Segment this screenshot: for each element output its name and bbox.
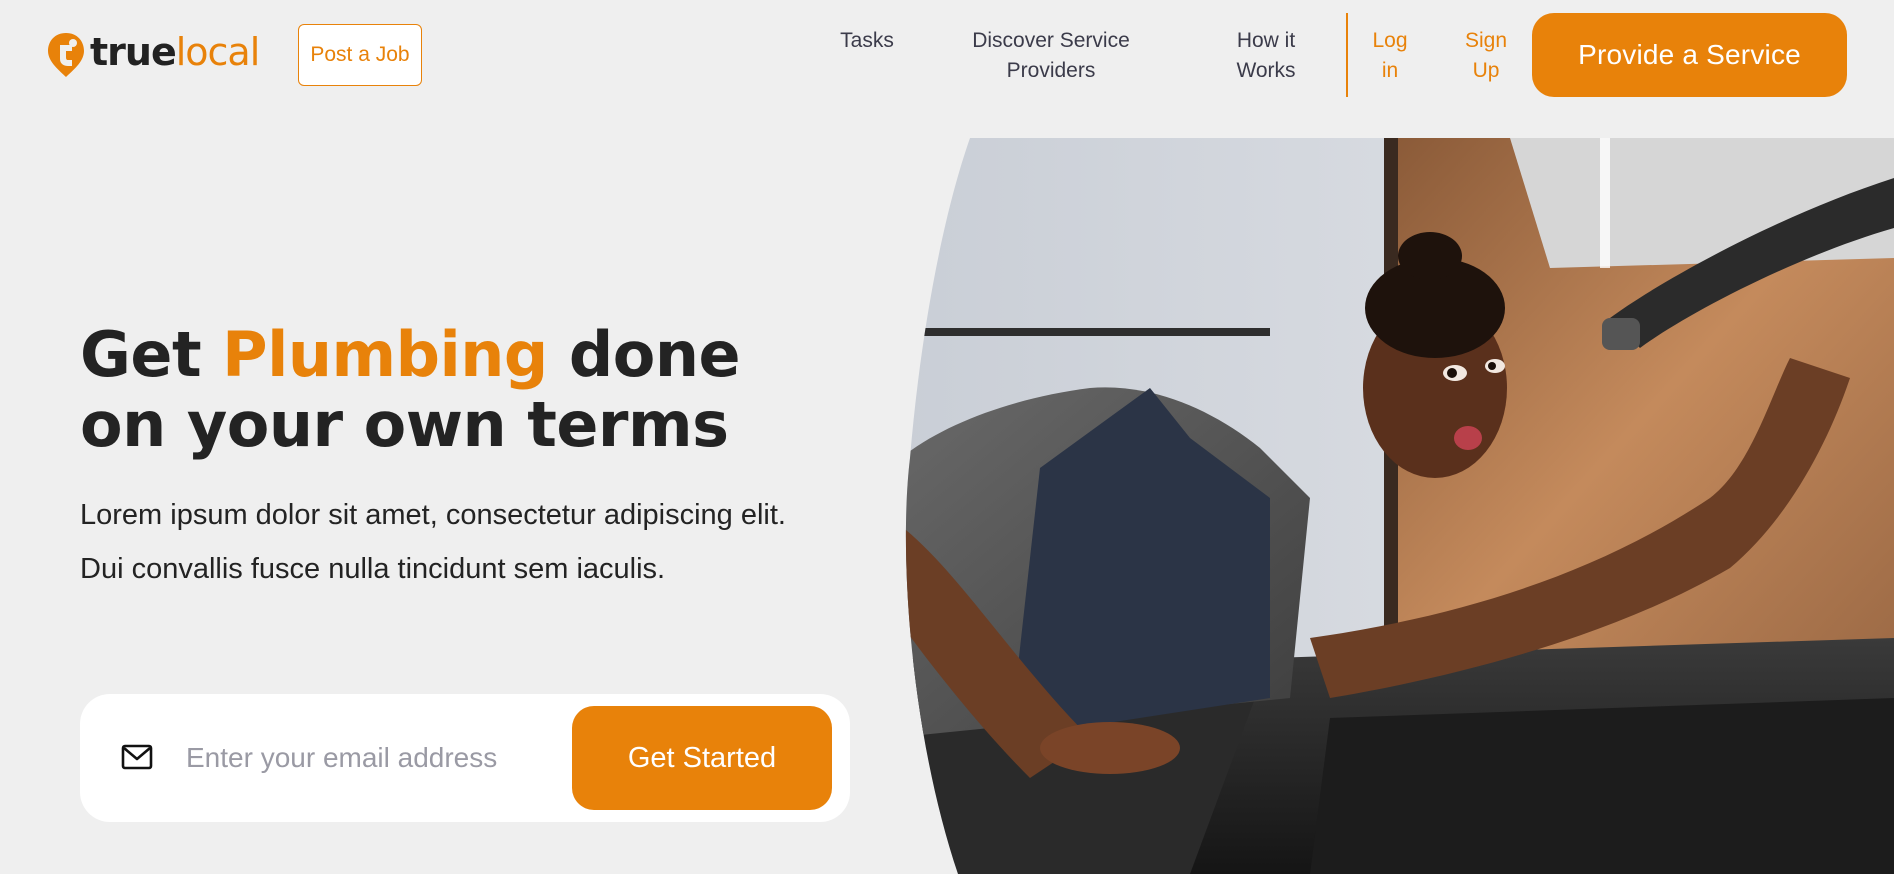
nav-link-how-label-line2: Works bbox=[1236, 59, 1296, 82]
nav-link-how-it-works[interactable]: How it Works bbox=[1210, 26, 1322, 86]
nav-link-how-label-line1: How it bbox=[1236, 29, 1296, 52]
provide-a-service-button[interactable]: Provide a Service bbox=[1532, 13, 1847, 97]
hero-title-prefix: Get bbox=[80, 318, 223, 391]
hero-description: Lorem ipsum dolor sit amet, consectetur … bbox=[80, 499, 786, 585]
nav-link-discover-label-line2: Providers bbox=[1006, 59, 1096, 82]
login-label-line1: Log bbox=[1372, 29, 1408, 52]
logo-wordmark-true: true bbox=[90, 30, 177, 74]
email-input[interactable] bbox=[186, 728, 546, 788]
nav-link-tasks-label: Tasks bbox=[840, 29, 894, 52]
signup-label-line2: Up bbox=[1472, 59, 1500, 82]
truelocal-logo-icon bbox=[48, 33, 84, 77]
email-signup-form: Get Started bbox=[80, 694, 850, 822]
nav-link-discover-service-providers[interactable]: Discover Service Providers bbox=[960, 26, 1142, 86]
mail-icon bbox=[121, 744, 153, 770]
top-navigation-bar: truelocal Post a Job Tasks Discover Serv… bbox=[0, 0, 1894, 110]
hero-title: Get Plumbing done on your own terms bbox=[80, 320, 840, 460]
logo-wordmark-local: local bbox=[175, 30, 261, 74]
post-a-job-button[interactable]: Post a Job bbox=[298, 24, 422, 86]
signup-label-line1: Sign bbox=[1464, 29, 1508, 52]
nav-link-tasks[interactable]: Tasks bbox=[830, 26, 904, 56]
get-started-button[interactable]: Get Started bbox=[572, 706, 832, 810]
logo-wordmark: truelocal bbox=[90, 30, 261, 74]
truelocal-logo[interactable]: truelocal bbox=[46, 30, 261, 80]
hero-title-highlight: Plumbing bbox=[222, 318, 548, 391]
login-link[interactable]: Log in bbox=[1360, 26, 1420, 86]
hero-plumber-photo bbox=[905, 138, 1894, 874]
nav-link-discover-label-line1: Discover Service bbox=[972, 29, 1130, 52]
signup-link[interactable]: Sign Up bbox=[1456, 26, 1516, 86]
login-label-line2: in bbox=[1381, 59, 1399, 82]
nav-divider bbox=[1346, 13, 1348, 97]
